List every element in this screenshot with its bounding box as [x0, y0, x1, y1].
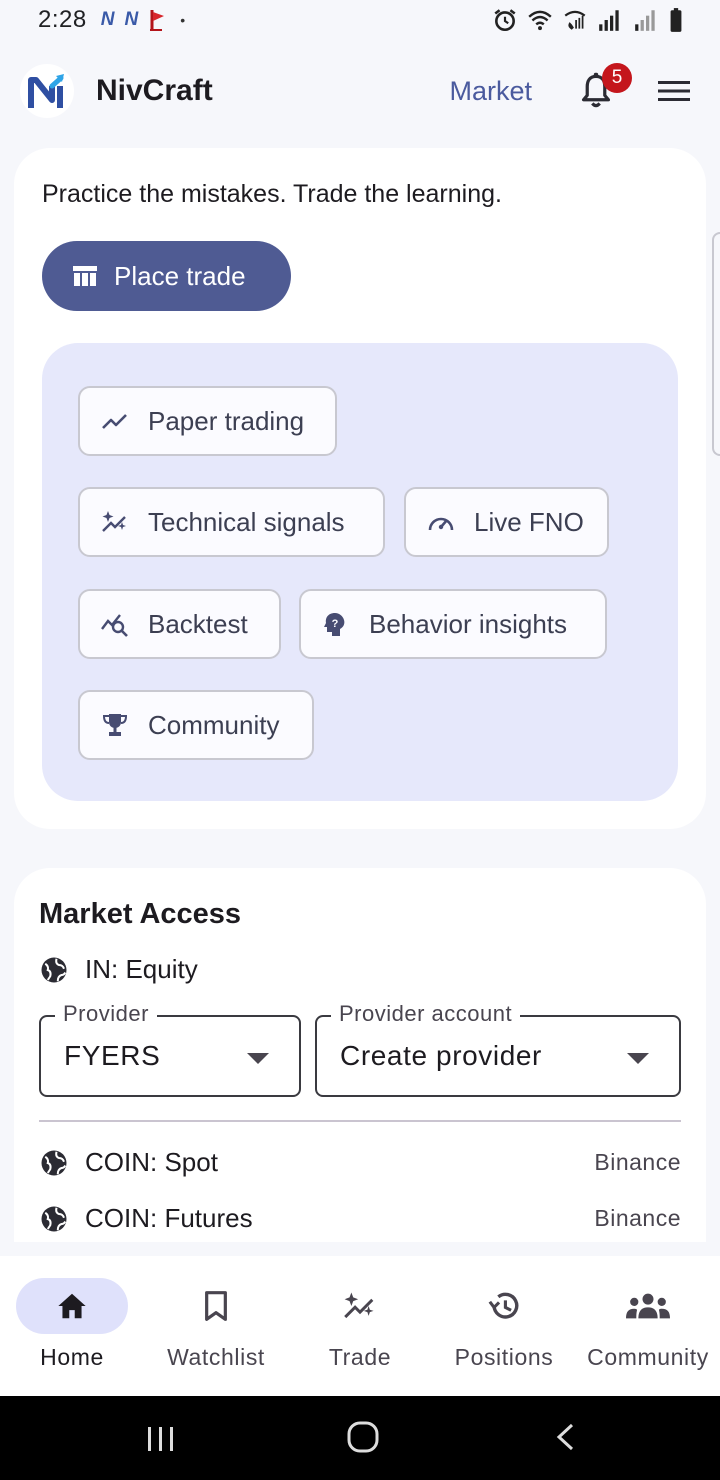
- market-access-title: Market Access: [39, 898, 242, 930]
- chip-label: Paper trading: [148, 405, 305, 436]
- chip-label: Live FNO: [474, 506, 584, 537]
- nav-indicator: [304, 1278, 416, 1334]
- divider: [39, 1120, 681, 1122]
- nav-home[interactable]: Home: [0, 1278, 144, 1371]
- alarm-icon: [494, 9, 516, 32]
- hero-card: Practice the mistakes. Trade the learnin…: [14, 148, 706, 829]
- table-icon: [73, 266, 97, 286]
- chip-label: Technical signals: [148, 506, 345, 537]
- globe-icon: [41, 1206, 67, 1231]
- segment-provider: Binance: [594, 1205, 681, 1231]
- status-bar: 2:28 N N •: [0, 0, 720, 40]
- chart-search-icon: [101, 614, 128, 637]
- market-access-card: Market Access IN: Equity Provider FYERS …: [14, 868, 706, 1242]
- nav-indicator: [16, 1278, 128, 1334]
- chip-backtest[interactable]: Backtest: [78, 589, 281, 659]
- segment-coin-spot[interactable]: COIN: Spot Binance: [39, 1147, 681, 1178]
- provider-value: FYERS: [64, 1040, 161, 1071]
- svg-text:?: ?: [332, 618, 339, 630]
- signal-roaming-icon: [635, 10, 655, 31]
- status-notification-icons: N N •: [101, 8, 185, 32]
- dropdown-arrow-icon: [627, 1053, 649, 1064]
- segment-label: COIN: Futures: [85, 1203, 253, 1233]
- psychology-icon: ?: [324, 613, 345, 636]
- nav-label: Home: [40, 1344, 104, 1370]
- nav-positions[interactable]: Positions: [432, 1278, 576, 1371]
- sparkles-icon: [102, 511, 126, 532]
- battery-icon: [670, 8, 682, 32]
- system-navigation-bar: [0, 1396, 720, 1480]
- speedometer-icon: [428, 517, 454, 531]
- chip-label: Behavior insights: [369, 608, 567, 639]
- segment-provider: Binance: [594, 1149, 681, 1175]
- trending-up-icon: [102, 414, 127, 429]
- nav-trade[interactable]: Trade: [288, 1278, 432, 1371]
- status-time: 2:28: [38, 6, 87, 33]
- status-system-icons: [492, 7, 684, 33]
- segment-coin-futures[interactable]: COIN: Futures Binance: [39, 1203, 681, 1234]
- dropdown-arrow-icon: [247, 1053, 269, 1064]
- provider-account-select[interactable]: Provider account Create provider: [315, 1001, 681, 1097]
- brand-title: NivCraft: [96, 74, 213, 107]
- globe-icon: [41, 1150, 67, 1175]
- segment-in-equity: IN: Equity: [39, 954, 681, 985]
- nav-label: Watchlist: [167, 1344, 265, 1370]
- chip-technical-signals[interactable]: Technical signals: [78, 487, 385, 557]
- home-system-icon[interactable]: [346, 1420, 380, 1454]
- features-panel: Paper trading Technical signals Live FNO…: [42, 343, 678, 801]
- nav-indicator: [160, 1278, 272, 1334]
- nav-label: Positions: [454, 1344, 554, 1370]
- recent-apps-icon[interactable]: [146, 1426, 176, 1452]
- scroll-handle[interactable]: [712, 232, 720, 456]
- bottom-navigation: Home Watchlist Trade Positions Community: [0, 1256, 720, 1396]
- history-icon: [488, 1292, 519, 1319]
- chip-label: Community: [148, 709, 280, 740]
- sparkles-icon: [344, 1292, 374, 1319]
- nav-indicator: [592, 1278, 704, 1334]
- flag-notification-icon: [150, 10, 165, 31]
- wifi-icon: [528, 10, 552, 31]
- chip-community[interactable]: Community: [78, 690, 314, 760]
- nav-label: Community: [587, 1344, 709, 1370]
- signal-icon: [599, 10, 619, 31]
- globe-icon: [41, 957, 67, 982]
- notifications-button[interactable]: 5: [572, 63, 632, 115]
- nivcraft-logo-icon: [28, 74, 64, 108]
- app-bar: NivCraft Market 5: [0, 48, 720, 134]
- back-icon[interactable]: [554, 1422, 576, 1452]
- market-link[interactable]: Market: [449, 76, 532, 107]
- chip-label: Backtest: [148, 608, 248, 639]
- bookmark-icon: [205, 1291, 227, 1321]
- nivcraft-logo[interactable]: [20, 64, 74, 118]
- place-trade-label: Place trade: [114, 260, 246, 291]
- chip-paper-trading[interactable]: Paper trading: [78, 386, 337, 456]
- hero-tagline: Practice the mistakes. Trade the learnin…: [42, 180, 502, 208]
- home-icon: [58, 1293, 86, 1319]
- provider-select[interactable]: Provider FYERS: [39, 1001, 301, 1097]
- provider-field-label: Provider: [55, 1001, 157, 1027]
- place-trade-button[interactable]: Place trade: [42, 241, 291, 311]
- nav-indicator: [448, 1278, 560, 1334]
- chip-behavior-insights[interactable]: ? Behavior insights: [299, 589, 607, 659]
- segment-label: COIN: Spot: [85, 1147, 218, 1177]
- notification-count-badge: 5: [602, 63, 632, 93]
- provider-account-field-label: Provider account: [331, 1001, 521, 1027]
- nivcraft-notification-icon: N: [124, 9, 139, 30]
- hamburger-menu-icon: [658, 81, 690, 101]
- nivcraft-notification-icon: N: [100, 9, 115, 30]
- group-icon: [626, 1293, 670, 1319]
- wifi-calling-icon: [564, 10, 586, 30]
- nav-community[interactable]: Community: [576, 1278, 720, 1371]
- provider-account-value: Create provider: [340, 1040, 542, 1071]
- segment-label: IN: Equity: [85, 954, 198, 984]
- nav-label: Trade: [328, 1344, 392, 1370]
- chip-live-fno[interactable]: Live FNO: [404, 487, 609, 557]
- status-more-dot: •: [180, 12, 186, 28]
- menu-button[interactable]: [654, 71, 694, 111]
- trophy-icon: [102, 714, 128, 736]
- nav-watchlist[interactable]: Watchlist: [144, 1278, 288, 1371]
